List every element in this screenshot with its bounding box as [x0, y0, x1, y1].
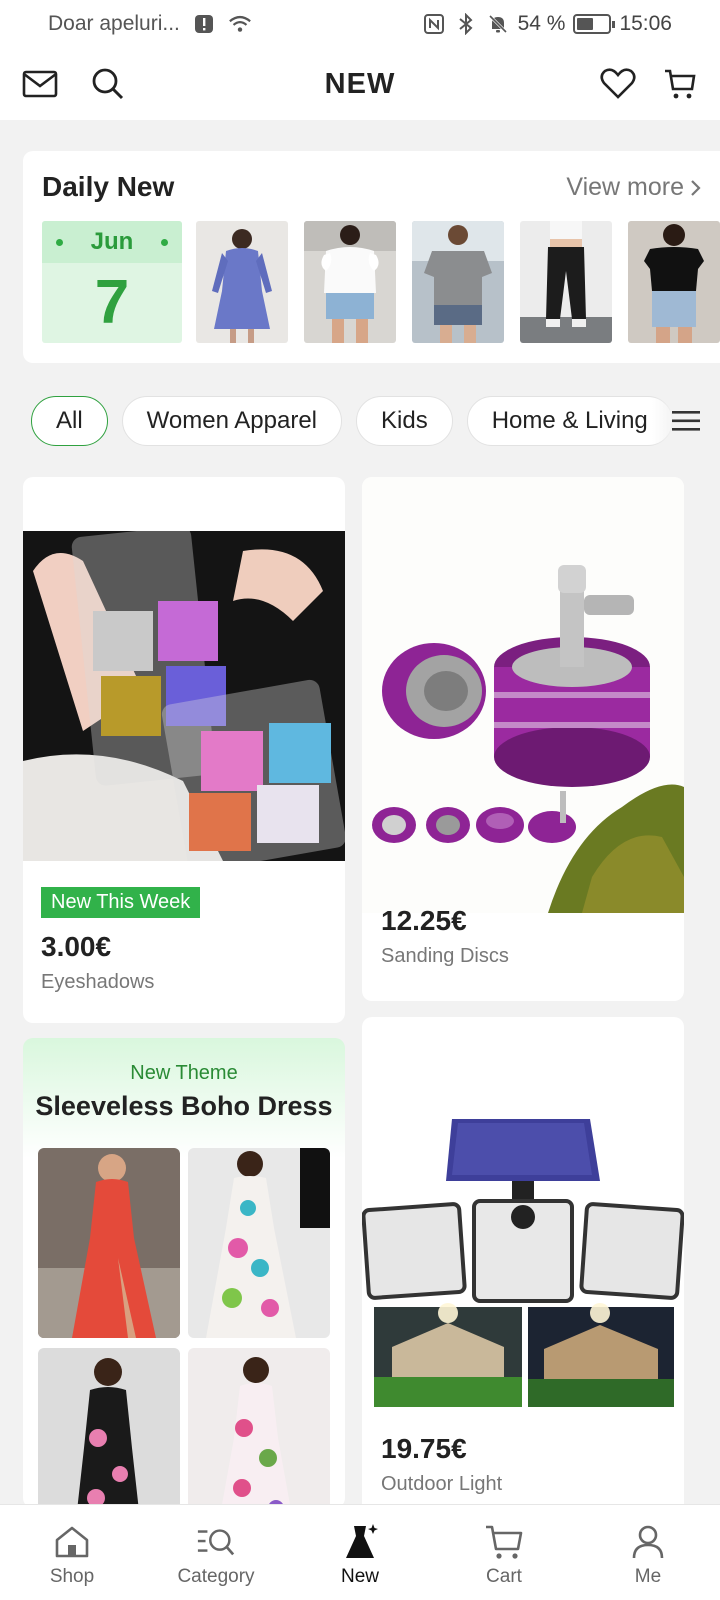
chip-all[interactable]: All — [31, 396, 108, 446]
product-name: Outdoor Light — [381, 1473, 503, 1495]
chevron-right-icon — [691, 179, 701, 196]
bluetooth-icon — [454, 12, 478, 36]
thumbnail-white-blouse[interactable] — [304, 221, 396, 343]
battery-fill — [577, 18, 594, 30]
nav-me-label: Me — [634, 1566, 662, 1587]
product-price: 3.00€ — [41, 931, 112, 962]
product-name: Sanding Discs — [381, 945, 509, 967]
theme-card-boho-dress[interactable]: New Theme Sleeveless Boho Dress — [23, 1038, 345, 1508]
product-card-sanding-discs[interactable]: 12.25€ Sanding Discs — [362, 477, 684, 1001]
heart-icon[interactable] — [598, 64, 638, 104]
product-name: Eyeshadows — [41, 971, 155, 993]
chip-kids[interactable]: Kids — [356, 396, 453, 446]
chip-women-apparel[interactable]: Women Apparel — [121, 396, 342, 446]
nav-shop[interactable]: Shop — [0, 1505, 144, 1600]
product-card-outdoor-light[interactable]: 19.75€ Outdoor Light — [362, 1017, 684, 1527]
person-icon — [628, 1522, 668, 1562]
theme-image-floral-maxi[interactable] — [188, 1148, 330, 1338]
thumbnail-black-pants[interactable] — [520, 221, 612, 343]
category-search-icon — [196, 1522, 236, 1562]
bell-muted-icon — [486, 12, 510, 36]
theme-image-pink-floral[interactable] — [188, 1348, 330, 1508]
nav-new[interactable]: New — [288, 1505, 432, 1600]
battery-percent: 54 % — [517, 12, 566, 35]
product-image-sanding-discs — [362, 477, 684, 913]
mail-icon[interactable] — [20, 64, 60, 104]
cart-icon[interactable] — [660, 64, 700, 104]
daily-new-title: Daily New — [42, 171, 175, 202]
product-card-eyeshadows[interactable]: New This Week 3.00€ Eyeshadows — [23, 477, 345, 1023]
nav-category[interactable]: Category — [144, 1505, 288, 1600]
top-bar: NEW — [0, 48, 720, 120]
bottom-navigation: Shop Category New Cart Me — [0, 1504, 720, 1600]
product-price: 19.75€ — [381, 1433, 467, 1464]
clock: 15:06 — [619, 12, 672, 35]
thumbnail-blue-dress[interactable] — [196, 221, 288, 343]
view-more-link[interactable]: View more — [566, 173, 702, 202]
view-more-label: View more — [566, 173, 684, 201]
theme-image-black-floral[interactable] — [38, 1348, 180, 1508]
nav-cart[interactable]: Cart — [432, 1505, 576, 1600]
date-month: Jun — [42, 221, 182, 263]
cart-icon — [484, 1522, 524, 1562]
daily-new-section: Daily New View more Jun 7 — [23, 151, 720, 363]
product-price: 12.25€ — [381, 905, 467, 936]
battery-icon — [573, 14, 616, 34]
dress-sparkle-icon — [340, 1522, 380, 1562]
date-day: 7 — [94, 268, 130, 337]
home-icon — [52, 1522, 92, 1562]
carrier-text: Doar apeluri... — [48, 12, 180, 35]
category-chips: All Women Apparel Kids Home & Living — [0, 392, 720, 450]
nav-new-label: New — [340, 1566, 379, 1587]
chip-home-living[interactable]: Home & Living — [466, 396, 673, 446]
nfc-icon — [422, 12, 446, 36]
new-this-week-badge: New This Week — [41, 887, 201, 918]
category-menu-button[interactable] — [652, 392, 720, 450]
thumbnail-grey-tee[interactable] — [412, 221, 504, 343]
theme-title: Sleeveless Boho Dress — [35, 1091, 333, 1121]
nav-shop-label: Shop — [49, 1566, 95, 1587]
product-image-eyeshadows — [23, 526, 345, 872]
nav-me[interactable]: Me — [576, 1505, 720, 1600]
wifi-icon — [228, 12, 252, 36]
date-card[interactable]: Jun 7 — [42, 221, 182, 343]
search-icon[interactable] — [88, 64, 128, 104]
theme-image-red-dress[interactable] — [38, 1148, 180, 1338]
nav-category-label: Category — [177, 1566, 255, 1587]
thumbnail-black-top[interactable] — [628, 221, 720, 343]
theme-kicker: New Theme — [130, 1062, 238, 1084]
alert-icon — [192, 12, 216, 36]
menu-icon — [672, 411, 700, 431]
status-bar: Doar apeluri... 54 % 15:06 — [0, 0, 720, 48]
nav-cart-label: Cart — [486, 1566, 522, 1587]
product-image-solar-light — [362, 1057, 684, 1427]
